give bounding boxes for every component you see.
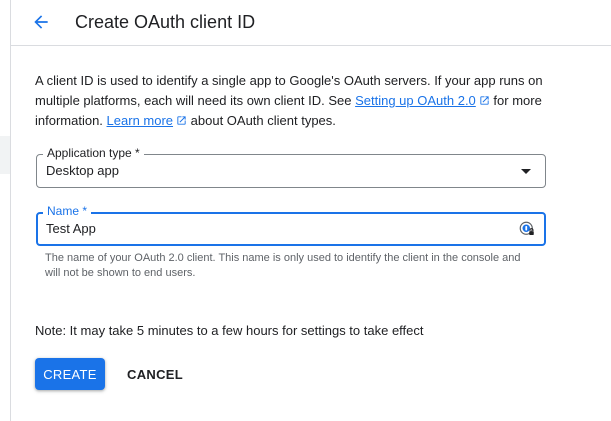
intro-section: A client ID is used to identify a single…: [35, 71, 555, 131]
setting-up-oauth-link[interactable]: Setting up OAuth 2.0: [355, 93, 476, 108]
page-header: Create OAuth client ID: [11, 0, 611, 46]
application-type-label: Application type *: [43, 146, 144, 160]
name-field-label: Name *: [43, 204, 92, 218]
dropdown-arrow-icon: [521, 169, 531, 174]
intro-text-part-3: about OAuth client types.: [187, 113, 336, 128]
left-nav-rail: [0, 0, 11, 421]
create-oauth-client-page: Create OAuth client ID A client ID is us…: [0, 0, 611, 421]
name-input-value[interactable]: Test App: [46, 221, 96, 237]
left-nav-selected-item[interactable]: [0, 136, 10, 174]
back-button[interactable]: [27, 8, 55, 36]
create-button[interactable]: CREATE: [35, 358, 105, 390]
name-field[interactable]: Name * Test App: [36, 204, 546, 246]
learn-more-link-label: Learn more: [106, 113, 174, 128]
open-in-new-icon: [480, 96, 489, 105]
open-in-new-icon: [177, 116, 186, 125]
password-manager-icon[interactable]: [518, 220, 536, 238]
setting-up-oauth-link-label: Setting up OAuth 2.0: [355, 93, 476, 108]
arrow-back-icon: [34, 15, 48, 29]
settings-delay-note: Note: It may take 5 minutes to a few hou…: [35, 323, 424, 338]
name-helper-text: The name of your OAuth 2.0 client. This …: [45, 252, 521, 279]
application-type-select[interactable]: Application type * Desktop app: [36, 146, 546, 188]
learn-more-link[interactable]: Learn more: [107, 113, 173, 128]
page-title: Create OAuth client ID: [75, 12, 256, 32]
cancel-button[interactable]: CANCEL: [120, 358, 190, 390]
intro-text: A client ID is used to identify a single…: [35, 71, 555, 131]
application-type-value: Desktop app: [46, 163, 119, 178]
